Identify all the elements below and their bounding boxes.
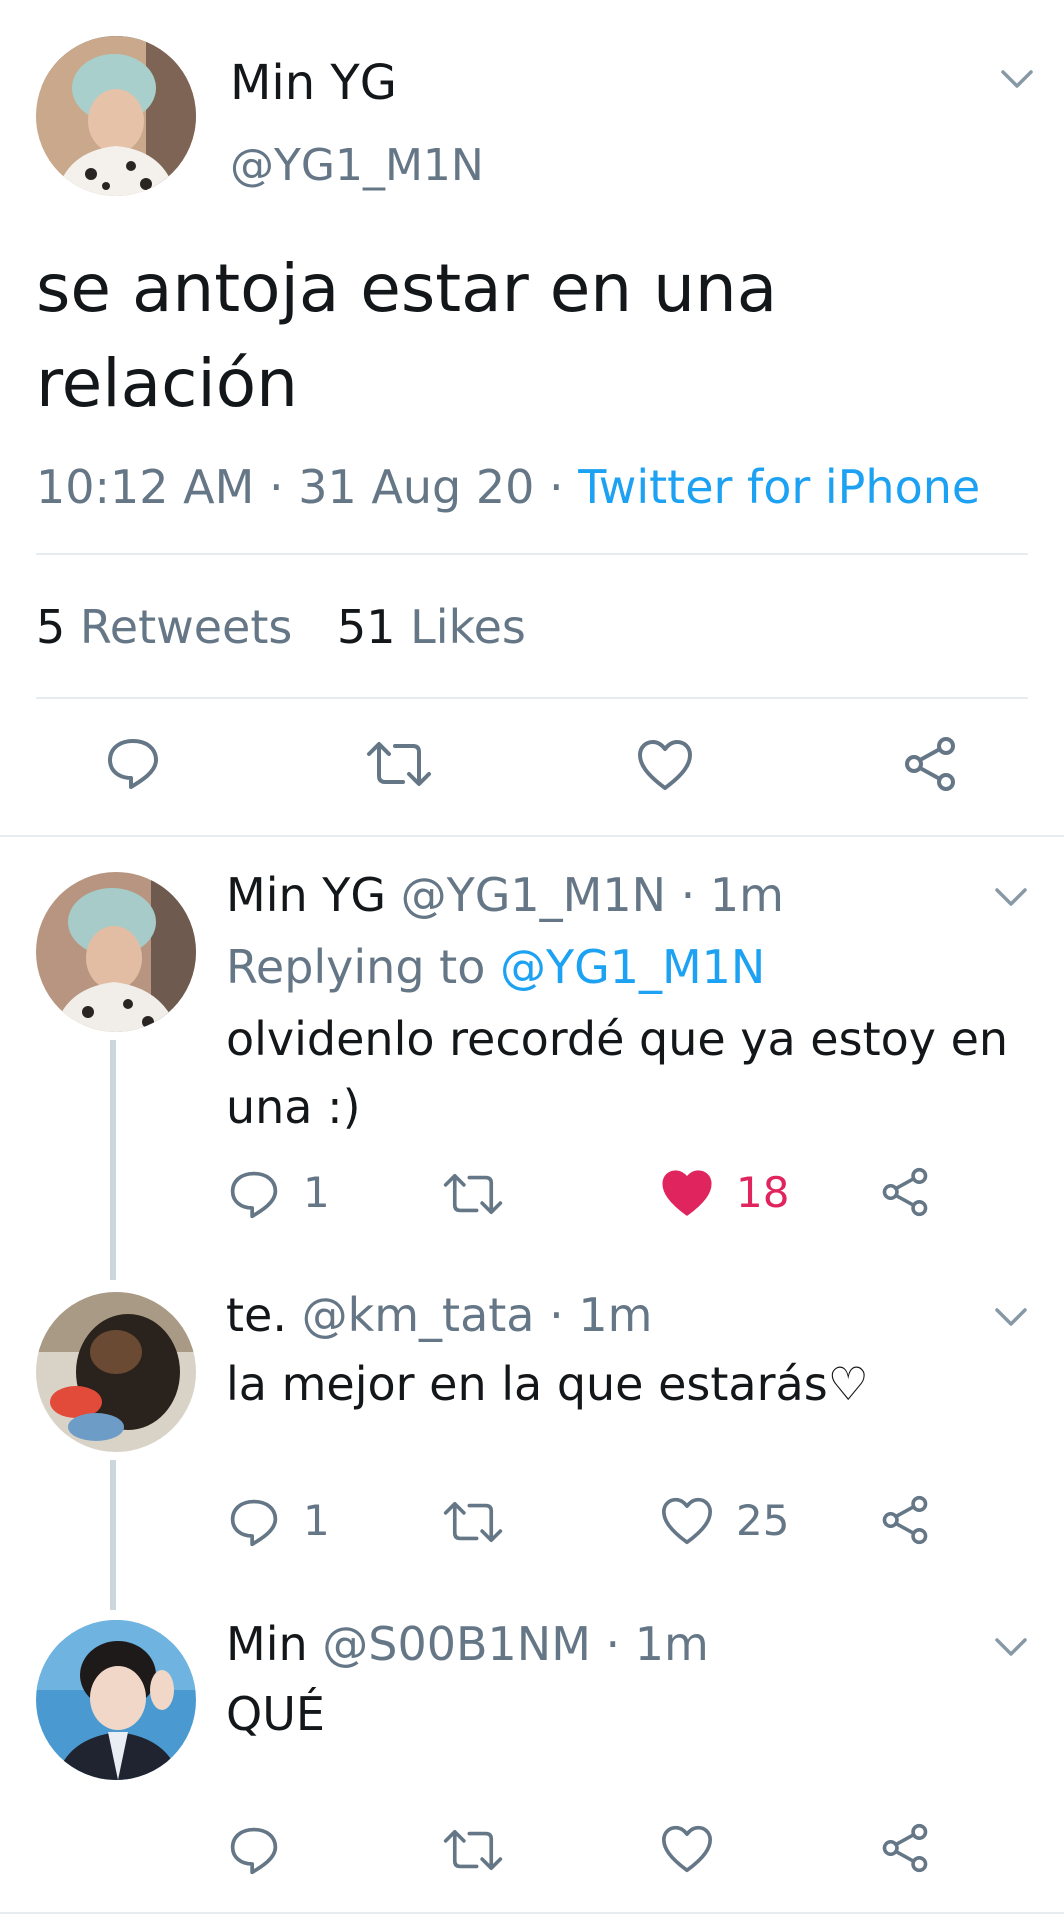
main-tweet-text-line1: se antoja estar en una xyxy=(36,250,778,327)
reply-1-handle[interactable]: @YG1_M1N xyxy=(401,868,666,922)
retweet-icon[interactable] xyxy=(442,1170,504,1218)
reply-3-time: · 1m xyxy=(605,1617,709,1671)
thread-line xyxy=(110,1460,116,1610)
avatar-min-yg-reply[interactable] xyxy=(36,872,196,1032)
divider xyxy=(0,835,1064,837)
engagement-stats: 5 Retweets 51 Likes xyxy=(36,600,526,654)
reply-icon[interactable] xyxy=(228,1824,280,1876)
tweet-time: 10:12 AM xyxy=(36,460,255,514)
reply-1-time: · 1m xyxy=(680,868,784,922)
reply-2-header: te. @km_tata · 1m xyxy=(226,1288,652,1342)
avatar-image xyxy=(36,36,196,196)
reply-3-header: Min @S00B1NM · 1m xyxy=(226,1617,709,1671)
heart-icon-liked[interactable] xyxy=(660,1168,714,1218)
avatar-min-yg[interactable] xyxy=(36,36,196,196)
meta-separator: · xyxy=(548,460,564,514)
chevron-down-icon[interactable] xyxy=(994,1306,1028,1328)
reply-2-text-line1: la mejor en la que estarás♡ xyxy=(226,1357,869,1411)
likes-count: 51 xyxy=(337,600,396,654)
reply-1-like-count: 18 xyxy=(736,1168,790,1217)
divider xyxy=(36,553,1028,555)
tweet-date: 31 Aug 20 xyxy=(298,460,535,514)
reply-2-reply-count: 1 xyxy=(303,1496,330,1545)
main-display-name[interactable]: Min YG xyxy=(230,55,397,111)
retweet-icon[interactable] xyxy=(442,1826,504,1874)
heart-icon[interactable] xyxy=(660,1496,714,1546)
likes-label: Likes xyxy=(410,600,526,654)
reply-3-display-name[interactable]: Min xyxy=(226,1617,308,1671)
reply-3-text-line1: QUÉ xyxy=(226,1687,325,1741)
share-icon[interactable] xyxy=(880,1494,930,1546)
reply-1-display-name[interactable]: Min YG xyxy=(226,868,386,922)
main-tweet-text-line2: relación xyxy=(36,345,298,422)
meta-separator: · xyxy=(268,460,284,514)
avatar-image xyxy=(36,872,196,1032)
tweet-meta: 10:12 AM · 31 Aug 20 · Twitter for iPhon… xyxy=(36,460,980,514)
main-handle[interactable]: @YG1_M1N xyxy=(230,140,484,191)
thread-line xyxy=(110,1040,116,1280)
heart-icon[interactable] xyxy=(636,738,694,792)
reply-1-replying-to: Replying to @YG1_M1N xyxy=(226,940,765,994)
replying-to-handle-link[interactable]: @YG1_M1N xyxy=(500,940,765,994)
reply-2-like-count: 25 xyxy=(736,1496,790,1545)
heart-icon[interactable] xyxy=(660,1824,714,1874)
reply-2-time: · 1m xyxy=(549,1288,653,1342)
reply-1-text-line1: olvidenlo recordé que ya estoy en xyxy=(226,1012,1009,1066)
retweet-icon[interactable] xyxy=(442,1498,504,1546)
avatar-min[interactable] xyxy=(36,1620,196,1780)
chevron-down-icon[interactable] xyxy=(1000,68,1034,90)
retweets-count: 5 xyxy=(36,600,66,654)
reply-1-header: Min YG @YG1_M1N · 1m xyxy=(226,868,784,922)
avatar-image xyxy=(36,1620,196,1780)
retweets-stat[interactable]: 5 Retweets xyxy=(36,600,307,654)
reply-1-text-line2: una :) xyxy=(226,1080,361,1134)
replying-to-label: Replying to xyxy=(226,940,486,994)
divider xyxy=(0,1912,1064,1914)
avatar-te[interactable] xyxy=(36,1292,196,1452)
retweet-icon[interactable] xyxy=(365,738,433,790)
reply-2-handle[interactable]: @km_tata xyxy=(302,1288,535,1342)
reply-icon[interactable] xyxy=(228,1496,280,1548)
retweets-label: Retweets xyxy=(79,600,293,654)
tweet-source-link[interactable]: Twitter for iPhone xyxy=(578,460,980,514)
avatar-image xyxy=(36,1292,196,1452)
chevron-down-icon[interactable] xyxy=(994,886,1028,908)
chevron-down-icon[interactable] xyxy=(994,1636,1028,1658)
divider xyxy=(36,697,1028,699)
reply-icon[interactable] xyxy=(105,735,161,791)
reply-icon[interactable] xyxy=(228,1168,280,1220)
share-icon[interactable] xyxy=(880,1166,930,1218)
reply-1-reply-count: 1 xyxy=(303,1168,330,1217)
reply-2-display-name[interactable]: te. xyxy=(226,1288,287,1342)
likes-stat[interactable]: 51 Likes xyxy=(337,600,526,654)
share-icon[interactable] xyxy=(880,1822,930,1874)
reply-3-handle[interactable]: @S00B1NM xyxy=(322,1617,591,1671)
share-icon[interactable] xyxy=(902,735,958,793)
